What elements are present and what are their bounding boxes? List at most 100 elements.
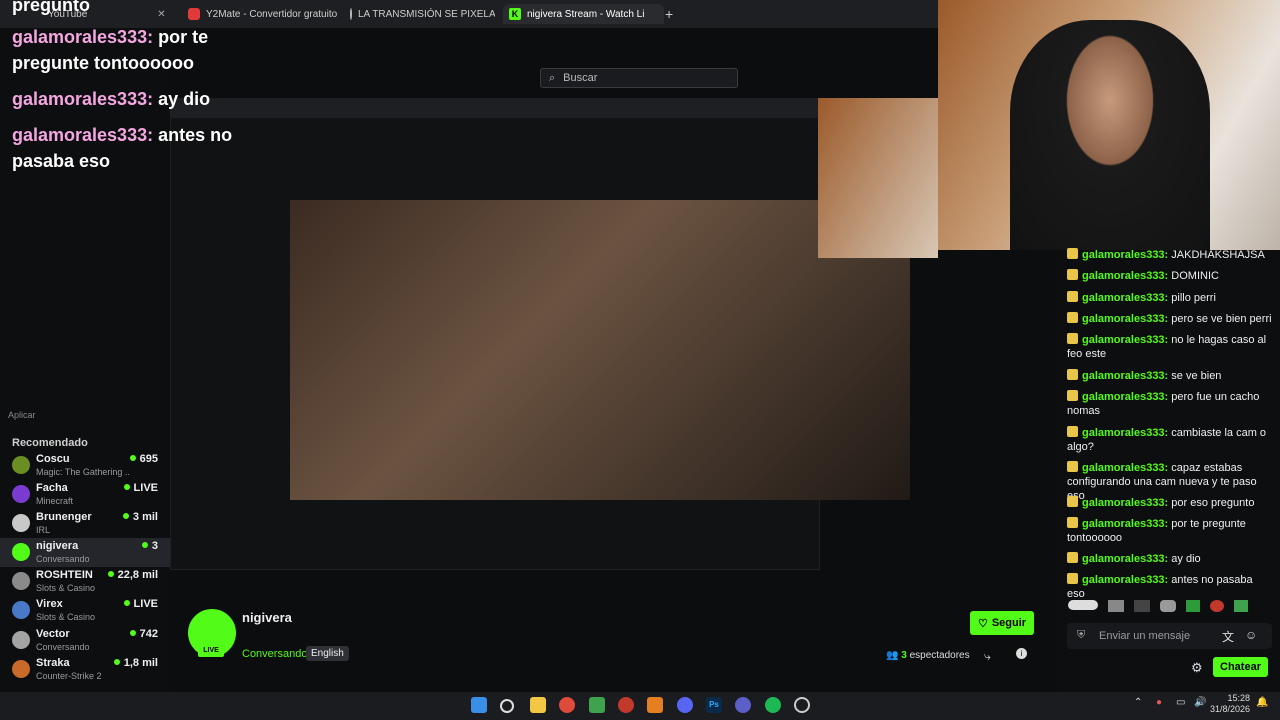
brave-icon[interactable] — [647, 697, 663, 713]
chrome-icon[interactable] — [559, 697, 575, 713]
notification-icon[interactable]: 🔔 — [1256, 697, 1268, 708]
chat-text: JAKDHAKSHAJSA — [1171, 249, 1265, 261]
chat-message: galamorales333: cambiaste la cam o algo? — [1067, 426, 1272, 454]
recommended-heading: Recomendado — [12, 437, 88, 449]
chat-username[interactable]: galamorales333: — [1082, 334, 1168, 346]
chat-username[interactable]: galamorales333: — [1082, 497, 1168, 509]
sidebar-channel-nigivera[interactable]: nigivera Conversando 3 — [0, 538, 170, 567]
chat-username[interactable]: galamorales333: — [1082, 462, 1168, 474]
channel-viewers: 695 — [130, 453, 158, 465]
overlay-message: galamorales333: antes no pasaba eso — [12, 122, 252, 174]
search-icon: ⌕ — [549, 71, 556, 84]
channel-category: Slots & Casino — [36, 583, 96, 593]
search-input[interactable]: ⌕ Buscar — [540, 68, 738, 88]
chat-message: galamorales333: pero se ve bien perri — [1067, 312, 1272, 326]
overlay-user: galamorales333: — [12, 89, 154, 109]
chat-username[interactable]: galamorales333: — [1082, 574, 1168, 586]
heart-icon: ♡ — [977, 617, 988, 630]
display-icon[interactable]: ▭ — [1176, 697, 1185, 708]
tab-nigivera[interactable]: K nigivera Stream - Watch Li — [503, 4, 664, 24]
chat-username[interactable]: galamorales333: — [1082, 518, 1168, 530]
chat-message: galamorales333: por te pregunte tontoooo… — [1067, 517, 1272, 545]
mic-icon[interactable]: ● — [1156, 697, 1162, 708]
streamer-name[interactable]: nigivera — [242, 610, 292, 625]
emoji-icon[interactable]: ☺ — [1245, 628, 1257, 642]
language-tag[interactable]: English — [306, 646, 349, 661]
vpn-icon[interactable] — [735, 697, 751, 713]
sidebar-channel-virex[interactable]: Virex Slots & Casino LIVE — [0, 596, 170, 625]
overlay-message: galamorales333: ay dio — [12, 86, 210, 112]
sidebar-channel-straka[interactable]: Straka Counter-Strike 2 1,8 mil — [0, 655, 170, 684]
globe-icon — [350, 8, 352, 20]
chat-username[interactable]: galamorales333: — [1082, 292, 1168, 304]
channel-viewers: LIVE — [124, 482, 158, 494]
chat-input-placeholder: Enviar un mensaje — [1099, 630, 1191, 642]
tab-transmision[interactable]: LA TRANSMISIÓN SE PIXELADA — [350, 4, 495, 24]
share-icon[interactable]: ⤷ — [984, 649, 991, 664]
chat-message: galamorales333: DOMINIC — [1067, 269, 1272, 283]
avatar — [12, 572, 30, 590]
apply-button[interactable]: Aplicar — [8, 410, 36, 420]
channel-category: IRL — [36, 525, 51, 535]
tab-y2mate[interactable]: Y2Mate - Convertidor gratuito — [188, 4, 338, 24]
new-tab-icon[interactable]: + — [665, 6, 673, 22]
sidebar-channel-coscu[interactable]: Coscu Magic: The Gathering ... 695 — [0, 451, 170, 480]
channel-name: Facha — [36, 482, 68, 494]
chevron-up-icon[interactable]: ⌃ — [1134, 697, 1142, 708]
chat-text: pero se ve bien perri — [1171, 313, 1272, 325]
sidebar-channel-facha[interactable]: Facha Minecraft LIVE — [0, 480, 170, 509]
windows-start-icon[interactable] — [471, 697, 487, 713]
overlay-user: galamorales333: — [12, 27, 154, 47]
close-icon[interactable]: ✕ — [157, 9, 165, 20]
gear-icon[interactable]: ⚙ — [1191, 660, 1203, 676]
search-placeholder: Buscar — [563, 72, 598, 84]
folder-icon[interactable] — [530, 697, 546, 713]
chat-message: galamorales333: JAKDHAKSHAJSA — [1067, 248, 1272, 262]
emote-icon[interactable] — [1234, 600, 1248, 612]
chat-message-input[interactable]: Enviar un mensaje — [1067, 623, 1272, 649]
chat-message: galamorales333: por eso pregunto — [1067, 496, 1272, 510]
badge-icon — [1067, 517, 1078, 528]
emote-icon[interactable] — [1068, 600, 1098, 610]
sidebar-channel-roshtein[interactable]: ROSHTEIN Slots & Casino 22,8 mil — [0, 567, 170, 596]
chat-username[interactable]: galamorales333: — [1082, 270, 1168, 282]
photoshop-icon[interactable]: Ps — [706, 697, 722, 713]
channel-category: Slots & Casino — [36, 612, 96, 622]
ccleaner-icon[interactable] — [794, 697, 810, 713]
sidebar-channel-brunenger[interactable]: Brunenger IRL 3 mil — [0, 509, 170, 538]
system-clock[interactable]: 15:28 31/8/2026 — [1210, 693, 1250, 715]
search-icon[interactable] — [500, 699, 514, 713]
stream-category[interactable]: Conversando — [242, 648, 307, 660]
discord-icon[interactable] — [677, 697, 693, 713]
app-icon[interactable] — [618, 697, 634, 713]
emote-icon[interactable] — [1160, 600, 1176, 612]
avatar — [12, 456, 30, 474]
chat-username[interactable]: galamorales333: — [1082, 370, 1168, 382]
emote-icon[interactable] — [1210, 600, 1224, 612]
info-icon[interactable]: i — [1016, 648, 1027, 659]
minecraft-icon[interactable] — [589, 697, 605, 713]
emote-icon[interactable] — [1134, 600, 1150, 612]
channel-name: Coscu — [36, 453, 70, 465]
chat-username[interactable]: galamorales333: — [1082, 313, 1168, 325]
chat-username[interactable]: galamorales333: — [1082, 249, 1168, 261]
channel-name: Virex — [36, 598, 63, 610]
spotify-icon[interactable] — [765, 697, 781, 713]
translate-icon[interactable]: 文 — [1222, 628, 1234, 645]
emote-icon[interactable] — [1108, 600, 1124, 612]
sidebar-channel-vector[interactable]: Vector Conversando 742 — [0, 626, 170, 655]
channel-viewers: 22,8 mil — [108, 569, 158, 581]
channel-category: Conversando — [36, 554, 90, 564]
badge-icon — [1067, 496, 1078, 507]
emote-icon[interactable] — [1186, 600, 1200, 612]
tab-label: nigivera Stream - Watch Li — [527, 8, 645, 20]
volume-icon[interactable]: 🔊 — [1194, 697, 1206, 708]
chat-username[interactable]: galamorales333: — [1082, 553, 1168, 565]
y2mate-icon — [188, 8, 200, 20]
follow-button[interactable]: ♡ Seguir — [970, 611, 1034, 635]
chat-username[interactable]: galamorales333: — [1082, 427, 1168, 439]
chat-send-button[interactable]: Chatear — [1213, 657, 1268, 677]
follow-label: Seguir — [991, 617, 1027, 629]
chat-message: galamorales333: pero fue un cacho nomas — [1067, 390, 1272, 418]
chat-username[interactable]: galamorales333: — [1082, 391, 1168, 403]
